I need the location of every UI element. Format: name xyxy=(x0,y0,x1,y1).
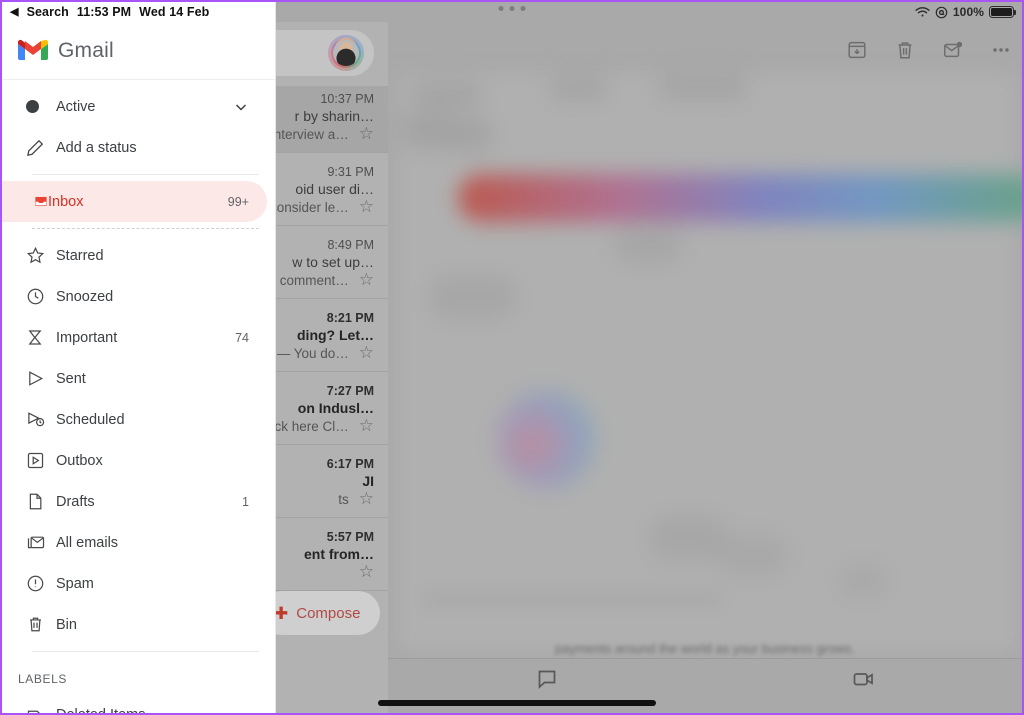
sidebar-item-label: Starred xyxy=(56,247,104,264)
sidebar-item-sent[interactable]: Sent xyxy=(10,358,267,399)
sidebar-item-spam[interactable]: Spam xyxy=(10,563,267,604)
sidebar-item-bin[interactable]: Bin xyxy=(10,604,267,645)
add-status-label: Add a status xyxy=(56,139,137,156)
trash-icon xyxy=(26,615,56,634)
all-mail-icon xyxy=(26,533,56,552)
drawer-header: Gmail xyxy=(2,22,275,80)
divider xyxy=(32,651,259,652)
chevron-down-icon[interactable] xyxy=(233,99,249,115)
archive-button[interactable] xyxy=(846,39,868,61)
compose-button[interactable]: ✚ Compose xyxy=(260,591,381,635)
sidebar-item-label: Sent xyxy=(56,370,86,387)
navigation-drawer[interactable]: Gmail Active Add a status Inbox 99+ Star… xyxy=(2,2,276,713)
blurred-message-body xyxy=(398,74,1022,652)
sidebar-item-deleted-items[interactable]: Deleted Items xyxy=(10,694,267,713)
more-options-button[interactable] xyxy=(990,39,1012,61)
sidebar-item-inbox[interactable]: Inbox 99+ xyxy=(2,181,267,222)
message-toolbar[interactable] xyxy=(846,30,1012,70)
wifi-icon xyxy=(915,6,930,18)
mail-snippet: ts xyxy=(338,491,349,507)
labels-section-header: LABELS xyxy=(18,672,67,686)
star-outline-icon[interactable]: ☆ xyxy=(359,197,374,217)
mail-snippet: nterview a… xyxy=(273,126,349,142)
star-outline-icon[interactable]: ☆ xyxy=(359,124,374,144)
message-footer-text: payments around the world as your busine… xyxy=(555,641,855,656)
sidebar-item-label: All emails xyxy=(56,534,119,551)
sidebar-item-label: Spam xyxy=(56,575,94,592)
star-icon xyxy=(26,246,56,265)
sidebar-item-label: Scheduled xyxy=(56,411,125,428)
battery-percent-label: 100% xyxy=(952,5,984,19)
star-outline-icon[interactable]: ☆ xyxy=(359,343,374,363)
presence-label: Active xyxy=(56,98,96,115)
star-outline-icon[interactable]: ☆ xyxy=(359,416,374,436)
presence-status-item[interactable]: Active xyxy=(10,86,267,127)
pencil-plus-icon: ✚ xyxy=(274,603,289,623)
mark-unread-button[interactable] xyxy=(942,39,964,61)
sidebar-item-drafts[interactable]: Drafts 1 xyxy=(10,481,267,522)
star-outline-icon[interactable]: ☆ xyxy=(359,562,374,582)
pencil-icon xyxy=(26,138,56,157)
send-icon xyxy=(26,369,56,388)
tablet-screen: 10:37 PM r by sharin… nterview a… ☆ 9:31… xyxy=(0,0,1024,715)
page-title: Gmail xyxy=(58,38,114,62)
message-detail-pane[interactable]: payments around the world as your busine… xyxy=(388,22,1022,658)
sidebar-item-label: Snoozed xyxy=(56,288,114,305)
sidebar-item-label: Bin xyxy=(56,616,77,633)
sidebar-item-label: Important xyxy=(56,329,118,346)
status-bar: ◀ Search 11:53 PM Wed 14 Feb 100% xyxy=(2,2,1022,22)
delete-button[interactable] xyxy=(894,39,916,61)
divider xyxy=(32,228,259,229)
status-time: 11:53 PM xyxy=(76,5,132,19)
spam-icon xyxy=(26,574,56,593)
inbox-icon xyxy=(18,192,48,211)
back-arrow-icon[interactable]: ◀ xyxy=(10,6,19,18)
sidebar-item-all-emails[interactable]: All emails xyxy=(10,522,267,563)
mail-snippet: — You do… xyxy=(276,345,349,361)
presence-dot-icon xyxy=(26,100,56,113)
sidebar-item-important[interactable]: Important 74 xyxy=(10,317,267,358)
sidebar-item-label: Drafts xyxy=(56,493,95,510)
mail-snippet: consider le… xyxy=(269,199,349,215)
star-outline-icon[interactable]: ☆ xyxy=(359,270,374,290)
divider xyxy=(32,174,259,175)
sidebar-item-starred[interactable]: Starred xyxy=(10,235,267,276)
mail-snippet: comment… xyxy=(279,272,349,288)
status-date: Wed 14 Feb xyxy=(139,5,210,19)
count-badge: 74 xyxy=(235,330,249,345)
sidebar-item-label: Deleted Items xyxy=(56,707,249,714)
important-icon xyxy=(26,328,56,347)
sidebar-item-outbox[interactable]: Outbox xyxy=(10,440,267,481)
avatar[interactable] xyxy=(328,35,364,71)
star-outline-icon[interactable]: ☆ xyxy=(359,489,374,509)
gmail-logo-icon xyxy=(18,39,48,62)
home-indicator xyxy=(378,700,656,706)
battery-icon xyxy=(989,6,1017,18)
draft-file-icon xyxy=(26,492,56,511)
sidebar-item-label: Outbox xyxy=(56,452,103,469)
sidebar-item-scheduled[interactable]: Scheduled xyxy=(10,399,267,440)
meet-tab[interactable] xyxy=(705,667,1022,691)
scheduled-send-icon xyxy=(26,410,56,429)
add-status-item[interactable]: Add a status xyxy=(10,127,267,168)
compose-label: Compose xyxy=(296,604,361,622)
label-tag-icon xyxy=(26,705,56,713)
sidebar-item-label: Inbox xyxy=(48,193,84,210)
drawer-nav-list[interactable]: Active Add a status Inbox 99+ Starred Sn… xyxy=(2,80,275,713)
count-badge: 1 xyxy=(242,494,249,509)
clock-icon xyxy=(26,287,56,306)
chat-tab[interactable] xyxy=(388,667,705,691)
inbox-count-badge: 99+ xyxy=(227,194,249,209)
sidebar-item-snoozed[interactable]: Snoozed xyxy=(10,276,267,317)
outbox-icon xyxy=(26,451,56,470)
location-icon xyxy=(935,6,948,19)
mail-snippet: ick here Cl… xyxy=(271,418,349,434)
back-app-label[interactable]: Search xyxy=(27,5,69,19)
